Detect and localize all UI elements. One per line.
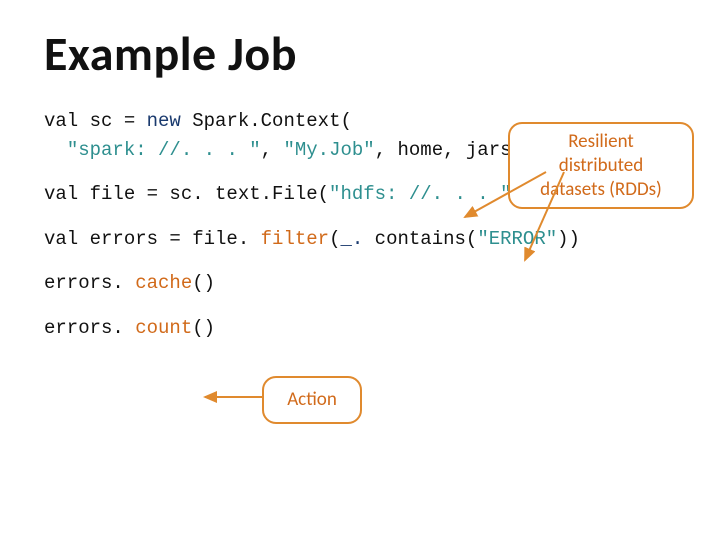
code-method: count (135, 317, 192, 339)
code-keyword: new (147, 110, 181, 132)
callout-rdd-line1: Resilient distributed (526, 130, 676, 178)
callout-action-text: Action (287, 388, 337, 411)
code-text: () (192, 317, 215, 339)
code-text: )) (557, 228, 580, 250)
code-text: Spark.Context( (181, 110, 352, 132)
code-text: val file = sc. text.File( (44, 183, 329, 205)
code-line-3: val errors = file. filter(_. contains("E… (44, 225, 676, 254)
code-string: "My.Job" (283, 139, 374, 161)
code-text: val errors = file. (44, 228, 261, 250)
code-text: ( (329, 228, 340, 250)
code-method: filter (261, 228, 329, 250)
callout-rdd: Resilient distributed datasets (RDDs) (508, 122, 694, 209)
code-line-4: errors. cache() (44, 269, 676, 298)
code-symbol: _. (340, 228, 363, 250)
code-text: , (261, 139, 284, 161)
code-text (44, 139, 67, 161)
code-method: cache (135, 272, 192, 294)
code-string: "hdfs: //. . . " (329, 183, 511, 205)
code-text: errors. (44, 317, 135, 339)
code-string: "spark: //. . . " (67, 139, 261, 161)
code-text: errors. (44, 272, 135, 294)
code-text: () (192, 272, 215, 294)
slide: Example Job val sc = new Spark.Context( … (0, 0, 720, 540)
code-string: "ERROR" (477, 228, 557, 250)
code-text: contains( (363, 228, 477, 250)
slide-title: Example Job (44, 24, 676, 83)
callout-action: Action (262, 376, 362, 424)
code-line-5: errors. count() (44, 314, 676, 343)
callout-rdd-line2: datasets (RDDs) (526, 178, 676, 202)
code-text: val sc = (44, 110, 147, 132)
code-text: , home, jars) (375, 139, 523, 161)
